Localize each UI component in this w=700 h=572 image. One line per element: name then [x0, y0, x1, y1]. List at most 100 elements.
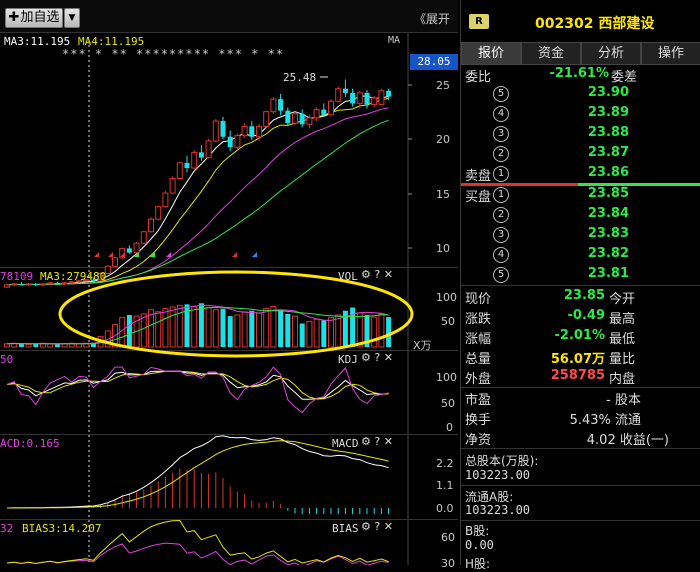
candle-body — [364, 92, 370, 105]
stock-code: 002302 — [535, 16, 594, 32]
stat-value: 23.85 — [563, 288, 605, 303]
volume-bar — [328, 317, 334, 348]
bias-legend-left: 32 — [0, 522, 14, 535]
ask-row-3[interactable]: 3 23.88 — [461, 124, 700, 144]
candle-body — [212, 120, 219, 142]
candle-body — [33, 283, 39, 285]
signal-flag — [108, 252, 113, 257]
ask-row-4[interactable]: 4 23.89 — [461, 104, 700, 124]
candle-body — [342, 88, 348, 93]
volume-bar — [292, 315, 298, 348]
candle-body — [11, 283, 18, 286]
tab-operation[interactable]: 操作 — [641, 42, 700, 65]
stat-right-label: 最高 — [609, 312, 636, 327]
stat-value: 258785 — [550, 368, 605, 383]
candle-body — [184, 162, 190, 169]
level-badge: 3 — [493, 126, 509, 142]
add-watchlist-button[interactable]: ✚加自选 — [5, 8, 63, 28]
stat2-row: 净资 4.02 收益(一) — [461, 428, 700, 448]
volume-bar — [126, 315, 132, 347]
macd-y-tick: 1.1 — [436, 479, 454, 492]
bid-row-5[interactable]: 5 23.81 — [461, 265, 700, 285]
help-icon[interactable]: ? — [374, 520, 380, 533]
tab-analysis[interactable]: 分析 — [581, 42, 641, 65]
close-icon[interactable]: ✕ — [384, 351, 393, 364]
weibi-row: 委比 -21.61% 委差 — [461, 65, 700, 85]
bid-row-3[interactable]: 3 23.83 — [461, 225, 700, 245]
candle-body — [328, 100, 334, 116]
volume-bar — [249, 310, 255, 347]
volume-bar — [356, 312, 363, 348]
kdj-y-tick: 50 — [441, 397, 455, 410]
stat-value: 56.07万 — [550, 352, 605, 367]
help-icon[interactable]: ? — [374, 351, 380, 364]
candle-body — [306, 117, 313, 125]
stat-value: -0.49 — [567, 308, 605, 323]
expand-button[interactable]: 《展开 — [414, 10, 450, 27]
ma-line — [6, 97, 389, 286]
y-tick: 20 — [436, 133, 450, 146]
candle-body — [54, 282, 60, 284]
candle-body — [292, 113, 298, 124]
help-icon[interactable]: ? — [374, 268, 380, 281]
bias-y-tick: 30 — [441, 557, 455, 570]
candle-body — [176, 162, 183, 179]
vol-legend-left: 78109 — [0, 270, 34, 283]
signal-flag — [166, 252, 171, 257]
stat-value: -2.01% — [554, 328, 606, 343]
signal-flag — [94, 252, 99, 257]
candle-body — [155, 206, 162, 220]
kdj-line — [6, 370, 389, 400]
stat2-label: 换手 — [465, 413, 492, 428]
bid-row-1[interactable]: 买盘 1 23.85 — [461, 185, 700, 205]
ask-row-1[interactable]: 卖盘 1 23.86 — [461, 164, 700, 184]
candle-body — [313, 109, 320, 119]
kdj-indicator-label: KDJ — [338, 353, 358, 366]
bid-price: 23.82 — [587, 246, 629, 261]
ask-price: 23.89 — [587, 105, 629, 120]
gear-icon[interactable]: ⚙ — [361, 520, 371, 533]
signal-flag — [150, 252, 155, 257]
gear-icon[interactable]: ⚙ — [361, 351, 371, 364]
bid-row-2[interactable]: 2 23.84 — [461, 205, 700, 225]
tab-quote[interactable]: 报价 — [461, 42, 521, 65]
bias-indicator-label: BIAS — [332, 522, 359, 535]
ma-indicator-label: MA — [388, 35, 401, 46]
volume-bar — [278, 309, 284, 347]
candle-body — [285, 110, 291, 124]
bid-row-4[interactable]: 4 23.82 — [461, 245, 700, 265]
volume-bar — [155, 311, 162, 348]
stat2-row: 换手 5.43% 流通 — [461, 408, 700, 428]
gear-icon[interactable]: ⚙ — [361, 435, 371, 448]
candle-body — [4, 284, 10, 288]
candle-body — [278, 99, 284, 111]
ask-row-5[interactable]: 5 23.90 — [461, 84, 700, 104]
close-icon[interactable]: ✕ — [384, 435, 393, 448]
stat-row: 现价 23.85 今开 — [461, 287, 700, 307]
volume-bar — [220, 308, 226, 347]
candle-body — [378, 90, 385, 105]
candle-body — [241, 125, 248, 137]
stat-label: 总量 — [465, 352, 492, 367]
vol-y-tick: 50 — [441, 315, 455, 328]
stat-right-label: 量比 — [609, 352, 636, 367]
volume-bar — [378, 313, 385, 348]
high-price-label: 25.48 — [283, 71, 317, 84]
toolbar: ✚加自选 ▼ 《展开 — [0, 0, 458, 33]
stat-label: 现价 — [465, 292, 492, 307]
weibi-label: 委比 — [465, 70, 492, 85]
total-shares-value: 103223.00 — [465, 468, 531, 482]
volume-bar — [205, 307, 212, 348]
close-icon[interactable]: ✕ — [384, 268, 393, 281]
volume-bar — [263, 308, 270, 348]
volume-bar — [256, 312, 262, 348]
stat-right-label: 内盘 — [609, 372, 636, 387]
dropdown-button[interactable]: ▼ — [64, 8, 80, 28]
divider — [461, 448, 700, 449]
ask-row-2[interactable]: 2 23.87 — [461, 144, 700, 164]
close-icon[interactable]: ✕ — [384, 520, 393, 533]
tab-funds[interactable]: 资金 — [521, 42, 581, 65]
help-icon[interactable]: ? — [374, 435, 380, 448]
gear-icon[interactable]: ⚙ — [361, 268, 371, 281]
candle-body — [162, 192, 169, 208]
